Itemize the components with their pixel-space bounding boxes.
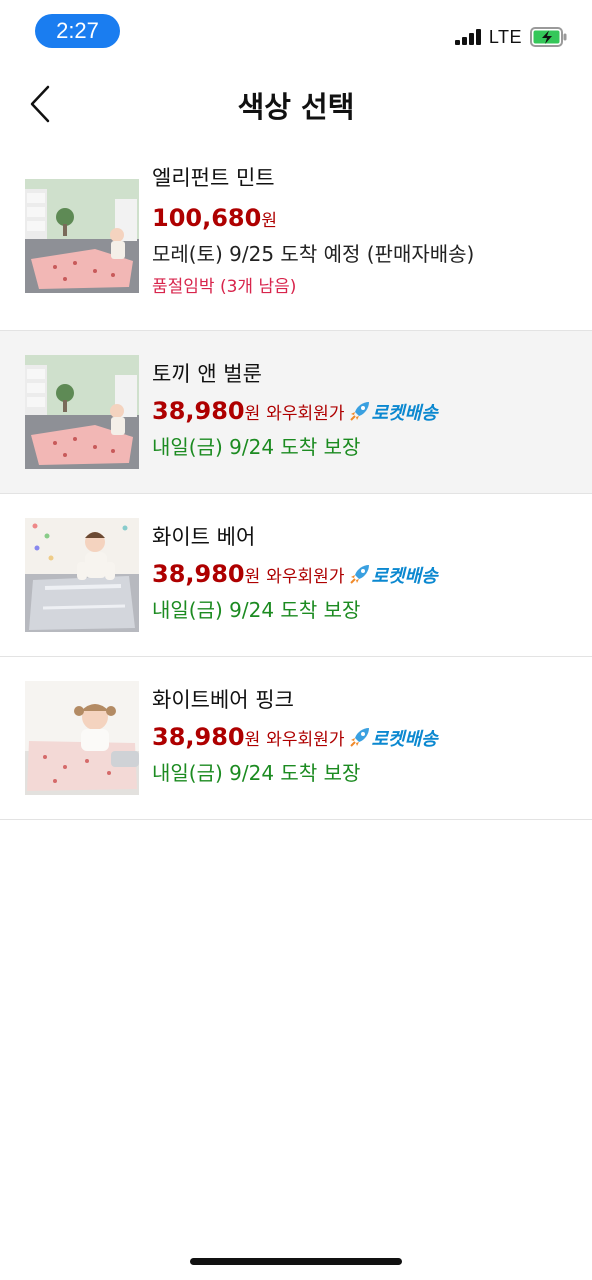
battery-charging-icon — [530, 27, 567, 47]
option-price: 38,980 — [152, 560, 245, 588]
option-info: 화이트 베어 38,980원 와우회원가 로켓배송 내일(금) 9/24 도착 보장 — [152, 522, 582, 627]
wow-member-price-label: 와우회원가 — [266, 404, 345, 424]
option-info: 토끼 앤 벌룬 38,980원 와우회원가 로켓배송 내일(금) 9/24 도착 보… — [152, 359, 582, 464]
option-price: 38,980 — [152, 723, 245, 751]
color-option-list: 엘리펀트 민트 100,680원 모레(토) 9/25 도착 예정 (판매자배송… — [0, 166, 592, 820]
price-line: 38,980원 와우회원가 로켓배송 — [152, 392, 582, 430]
product-thumbnail — [25, 355, 139, 469]
signal-icon — [454, 29, 481, 45]
status-bar: 2:27 LTE — [0, 0, 592, 64]
rocket-delivery-label: 로켓배송 — [371, 403, 438, 424]
wow-member-price-label: 와우회원가 — [266, 730, 345, 750]
price-line: 38,980원 와우회원가 로켓배송 — [152, 555, 582, 593]
status-time: 2:27 — [35, 14, 120, 48]
currency-unit: 원 — [244, 404, 261, 424]
product-thumbnail — [25, 518, 139, 632]
currency-unit: 원 — [261, 211, 277, 231]
color-option-row[interactable]: 화이트베어 핑크 38,980원 와우회원가 로켓배송 내일(금) 9/24 도착 … — [0, 657, 592, 820]
currency-unit: 원 — [244, 567, 261, 587]
option-name: 화이트 베어 — [152, 525, 256, 549]
wow-member-price-label: 와우회원가 — [266, 567, 345, 587]
rocket-delivery-label: 로켓배송 — [371, 729, 438, 750]
option-price: 100,680 — [152, 204, 262, 232]
color-option-row[interactable]: 엘리펀트 민트 100,680원 모레(토) 9/25 도착 예정 (판매자배송… — [0, 166, 592, 331]
delivery-estimate: 내일(금) 9/24 도착 보장 — [152, 761, 361, 785]
option-info: 화이트베어 핑크 38,980원 와우회원가 로켓배송 내일(금) 9/24 도착 … — [152, 685, 582, 790]
product-thumbnail — [25, 179, 139, 293]
price-line: 100,680원 — [152, 199, 582, 237]
option-name: 엘리펀트 민트 — [152, 166, 275, 190]
color-option-row[interactable]: 화이트 베어 38,980원 와우회원가 로켓배송 내일(금) 9/24 도착 보장 — [0, 494, 592, 657]
price-line: 38,980원 와우회원가 로켓배송 — [152, 718, 582, 756]
rocket-delivery-label: 로켓배송 — [371, 566, 438, 587]
rocket-icon — [350, 728, 370, 747]
network-label: LTE — [488, 26, 522, 47]
stock-warning: 품절임박 (3개 남음) — [152, 277, 297, 297]
currency-unit: 원 — [244, 730, 261, 750]
option-name: 화이트베어 핑크 — [152, 688, 294, 712]
delivery-estimate: 모레(토) 9/25 도착 예정 (판매자배송) — [152, 242, 475, 266]
option-name: 토끼 앤 벌룬 — [152, 362, 262, 386]
color-option-row-selected[interactable]: 토끼 앤 벌룬 38,980원 와우회원가 로켓배송 내일(금) 9/24 도착 보… — [0, 331, 592, 494]
product-thumbnail — [25, 681, 139, 795]
home-indicator[interactable] — [190, 1258, 402, 1265]
rocket-icon — [350, 402, 370, 421]
delivery-estimate: 내일(금) 9/24 도착 보장 — [152, 598, 361, 622]
option-info: 엘리펀트 민트 100,680원 모레(토) 9/25 도착 예정 (판매자배송… — [152, 163, 582, 303]
status-indicators: LTE — [454, 24, 568, 50]
page-title: 색상 선택 — [237, 90, 355, 124]
delivery-estimate: 내일(금) 9/24 도착 보장 — [152, 435, 361, 459]
option-price: 38,980 — [152, 397, 245, 425]
rocket-icon — [350, 565, 370, 584]
nav-bar: 색상 선택 — [0, 64, 592, 148]
